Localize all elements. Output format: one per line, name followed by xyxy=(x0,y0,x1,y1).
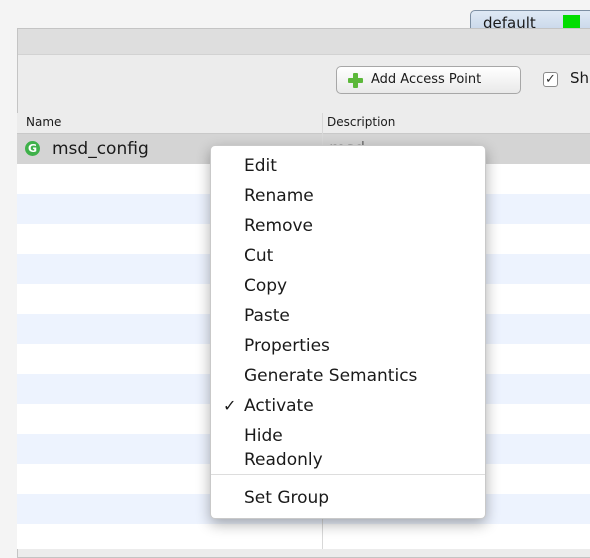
menu-item-readonly[interactable]: Readonly xyxy=(211,448,485,472)
menu-item-cut[interactable]: Cut xyxy=(211,244,485,268)
column-header-description[interactable]: Description xyxy=(327,115,395,129)
menu-item-paste[interactable]: Paste xyxy=(211,304,485,328)
checkmark-icon: ✓ xyxy=(223,396,237,415)
context-menu: Edit Rename Remove Cut Copy Paste Proper… xyxy=(210,145,486,519)
table-header: Name Description xyxy=(17,113,590,134)
row-name: msd_config xyxy=(52,139,149,159)
access-point-icon: G xyxy=(25,141,40,156)
add-access-point-label: Add Access Point xyxy=(371,72,482,87)
column-header-name[interactable]: Name xyxy=(26,115,61,129)
add-access-point-button[interactable]: Add Access Point xyxy=(336,66,521,94)
menu-item-activate-label: Activate xyxy=(244,396,314,416)
show-checkbox[interactable]: ✓ xyxy=(543,72,558,87)
menu-item-hide[interactable]: Hide xyxy=(211,424,485,448)
menu-item-activate[interactable]: ✓ Activate xyxy=(211,394,485,418)
menu-item-edit[interactable]: Edit xyxy=(211,154,485,178)
menu-separator xyxy=(211,474,485,475)
table-row-empty[interactable] xyxy=(17,524,590,549)
plus-icon xyxy=(348,73,363,88)
menu-item-generate-semantics[interactable]: Generate Semantics xyxy=(211,364,485,388)
menu-item-remove[interactable]: Remove xyxy=(211,214,485,238)
menu-item-copy[interactable]: Copy xyxy=(211,274,485,298)
menu-item-properties[interactable]: Properties xyxy=(211,334,485,358)
show-checkbox-label: Sh xyxy=(570,69,590,87)
menu-item-set-group[interactable]: Set Group xyxy=(211,486,485,510)
panel-strip xyxy=(18,29,590,55)
menu-item-rename[interactable]: Rename xyxy=(211,184,485,208)
